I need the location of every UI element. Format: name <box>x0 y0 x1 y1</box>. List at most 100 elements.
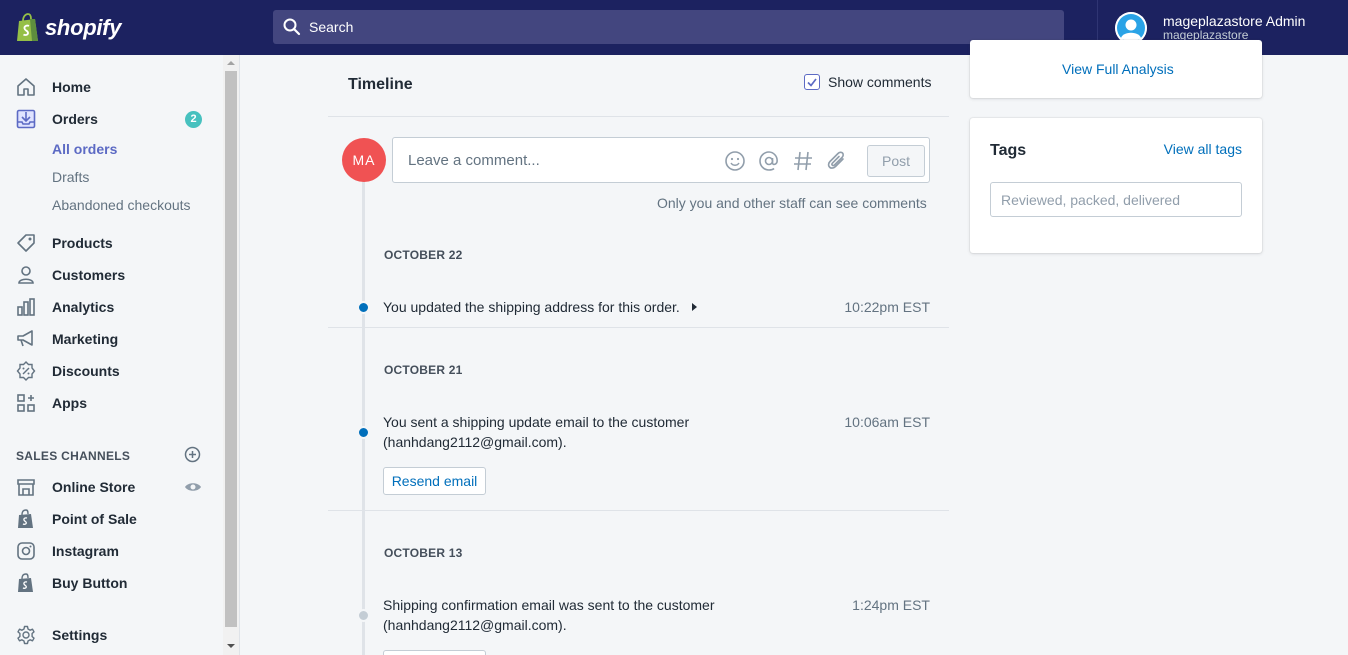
sidebar-subitem-label: Abandoned checkouts <box>52 197 191 213</box>
show-comments-checkbox[interactable] <box>804 74 820 90</box>
sidebar-item-customers[interactable]: Customers <box>0 260 222 290</box>
search-bar[interactable]: Search <box>273 10 1064 44</box>
show-comments-toggle[interactable]: Show comments <box>804 74 931 90</box>
expand-caret-icon[interactable] <box>691 303 697 311</box>
discount-icon <box>16 361 36 381</box>
sidebar-item-apps[interactable]: Apps <box>0 388 222 418</box>
sidebar-item-label: Products <box>52 235 113 251</box>
scroll-down-arrow-icon[interactable] <box>227 644 235 648</box>
sidebar-item-label: Apps <box>52 395 87 411</box>
bar-chart-icon <box>17 298 35 316</box>
timeline-date: OCTOBER 22 <box>384 248 463 262</box>
eye-icon[interactable] <box>184 481 202 493</box>
comment-input[interactable]: Leave a comment... <box>408 152 540 169</box>
shopify-bag-icon <box>17 12 38 41</box>
tag-icon <box>17 234 35 252</box>
sidebar-item-analytics[interactable]: Analytics <box>0 292 222 322</box>
timeline-date: OCTOBER 13 <box>384 546 463 560</box>
tags-card: Tags View all tags Reviewed, packed, del… <box>970 118 1262 253</box>
scroll-up-arrow-icon[interactable] <box>227 61 235 65</box>
view-all-tags-link[interactable]: View all tags <box>1164 141 1242 157</box>
timeline-event-text: (hanhdang2112@gmail.com). <box>383 434 567 450</box>
shopify-logo[interactable]: shopify <box>0 0 240 55</box>
shopify-bag-icon <box>18 509 33 528</box>
checkmark-icon <box>807 77 817 87</box>
timeline-event-dot <box>357 301 370 314</box>
sidebar-item-settings[interactable]: Settings <box>0 620 222 650</box>
gear-icon <box>17 625 35 645</box>
sidebar-item-marketing[interactable]: Marketing <box>0 324 222 354</box>
sidebar-subitem-all-orders[interactable]: All orders <box>0 134 222 164</box>
emoji-icon[interactable] <box>724 150 746 172</box>
mention-icon[interactable] <box>758 150 780 172</box>
avatar[interactable] <box>1115 11 1147 44</box>
sidebar-scrollbar[interactable] <box>223 55 239 655</box>
timeline-event-text: You sent a shipping update email to the … <box>383 414 690 430</box>
search-icon <box>283 18 301 36</box>
person-icon <box>18 266 34 284</box>
sidebar-subitem-label: All orders <box>52 141 118 157</box>
timeline-event-dot <box>357 609 370 622</box>
user-avatar-icon <box>1115 11 1147 44</box>
sidebar-item-orders[interactable]: Orders 2 <box>0 104 222 134</box>
comment-box[interactable]: Leave a comment... Post <box>392 137 930 183</box>
timeline-event: You sent a shipping update email to the … <box>383 412 689 452</box>
tags-title: Tags <box>990 142 1027 159</box>
sidebar-item-discounts[interactable]: Discounts <box>0 356 222 386</box>
sidebar-item-label: Marketing <box>52 331 119 347</box>
orders-icon <box>16 109 36 129</box>
sidebar-item-buy-button[interactable]: Buy Button <box>0 568 222 598</box>
sidebar-item-instagram[interactable]: Instagram <box>0 536 222 566</box>
sidebar-item-label: Home <box>52 79 91 95</box>
sidebar: Home Orders 2 All orders Drafts Abandone… <box>0 55 240 655</box>
timeline-event: Shipping confirmation email was sent to … <box>383 595 715 635</box>
instagram-icon <box>17 542 35 560</box>
add-channel-icon[interactable] <box>184 446 201 463</box>
store-icon <box>17 479 35 496</box>
attachment-icon[interactable] <box>826 150 848 172</box>
divider <box>328 510 949 511</box>
sidebar-item-label: Buy Button <box>52 575 128 591</box>
search-input[interactable]: Search <box>309 19 353 35</box>
sidebar-item-label: Instagram <box>52 543 119 559</box>
sidebar-item-products[interactable]: Products <box>0 228 222 258</box>
sidebar-item-online-store[interactable]: Online Store <box>0 472 222 502</box>
timeline-event[interactable]: You updated the shipping address for thi… <box>383 297 697 317</box>
avatar: MA <box>342 138 386 182</box>
timeline-event-time: 1:24pm EST <box>852 597 930 613</box>
hashtag-icon[interactable] <box>792 150 814 172</box>
sidebar-item-label: Online Store <box>52 479 136 495</box>
sidebar-item-label: Point of Sale <box>52 511 137 527</box>
sidebar-item-point-of-sale[interactable]: Point of Sale <box>0 504 222 534</box>
apps-icon <box>17 394 35 412</box>
sidebar-subitem-label: Drafts <box>52 169 90 185</box>
analysis-card: View Full Analysis <box>970 40 1262 98</box>
resend-email-button[interactable]: Resend email <box>383 467 486 495</box>
scrollbar-thumb[interactable] <box>225 71 237 627</box>
tags-input[interactable]: Reviewed, packed, delivered <box>990 182 1242 217</box>
timeline-title: Timeline <box>348 76 413 93</box>
view-full-analysis-link[interactable]: View Full Analysis <box>1062 61 1174 77</box>
brand-name: shopify <box>45 14 122 40</box>
divider <box>328 327 949 328</box>
post-button[interactable]: Post <box>867 145 925 177</box>
timeline-event-time: 10:22pm EST <box>844 299 930 315</box>
divider <box>328 116 949 117</box>
timeline-event-time: 10:06am EST <box>844 414 930 430</box>
sidebar-item-home[interactable]: Home <box>0 72 222 102</box>
sidebar-item-label: Discounts <box>52 363 120 379</box>
sidebar-item-label: Orders <box>52 111 98 127</box>
sidebar-item-label: Analytics <box>52 299 115 315</box>
timeline-event-text: Shipping confirmation email was sent to … <box>383 597 715 613</box>
sidebar-subitem-drafts[interactable]: Drafts <box>0 162 222 192</box>
show-comments-label: Show comments <box>828 74 932 90</box>
home-icon <box>17 78 35 96</box>
timeline-event-text: You updated the shipping address for thi… <box>383 299 680 315</box>
partial-button[interactable] <box>383 650 486 655</box>
timeline-date: OCTOBER 21 <box>384 363 463 377</box>
shopify-bag-icon <box>18 573 33 592</box>
user-name: mageplazastore Admin <box>1163 12 1306 29</box>
timeline-event-text: (hanhdang2112@gmail.com). <box>383 617 567 633</box>
timeline-line <box>362 180 365 655</box>
sidebar-subitem-abandoned-checkouts[interactable]: Abandoned checkouts <box>0 190 222 220</box>
